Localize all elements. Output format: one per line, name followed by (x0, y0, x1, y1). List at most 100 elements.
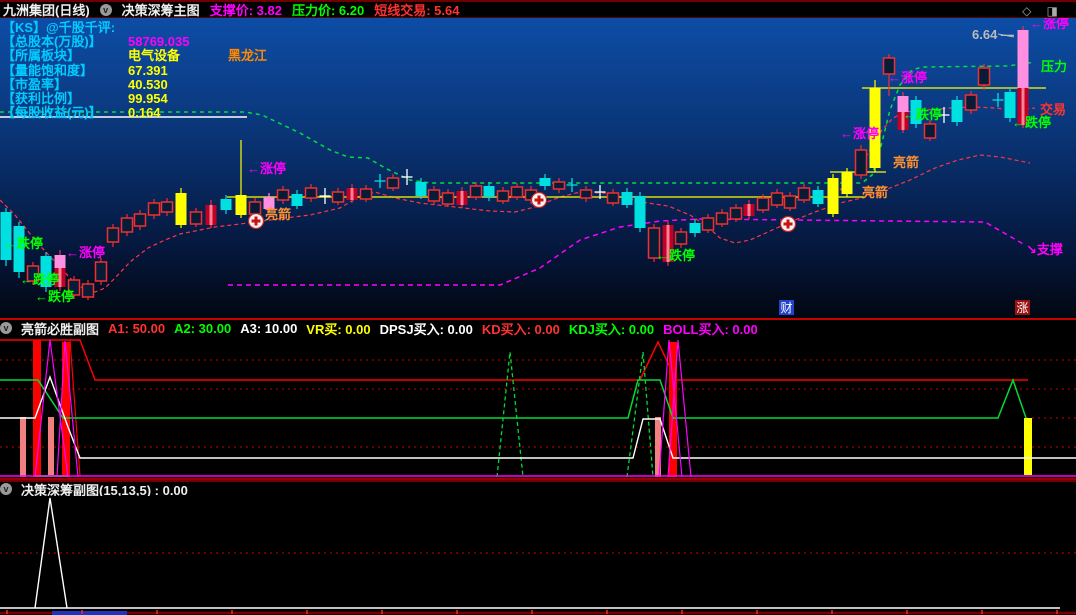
buy-signal-target-icon (247, 212, 265, 230)
info-row: 【市盈率】 40.530 (2, 77, 168, 92)
up-candle (359, 188, 373, 200)
chart-annotation: ←涨停 (888, 70, 927, 85)
candle-highlight (209, 205, 213, 225)
info-value-2: 黑龙江 (228, 48, 268, 64)
gift-badge-text: 涨 (1017, 300, 1029, 315)
up-candle (427, 189, 441, 202)
up-candle (81, 283, 95, 298)
up-candle (964, 94, 978, 111)
chevron-down-icon[interactable]: v (0, 483, 12, 495)
info-row: 【所属板块】 电气设备 黑龙江 (2, 48, 267, 64)
info-label: 【KS】@千股千评: (2, 20, 116, 35)
limit-up-candle (1017, 30, 1029, 88)
info-label: 【总股本(万股)】 (2, 34, 102, 50)
up-candle (94, 261, 108, 282)
title-bar: 九洲集团(日线) v 决策深筹主图 支撑价: 3.82 压力价: 6.20 短线… (0, 0, 1076, 18)
cyan-candle (483, 186, 495, 197)
up-candle (701, 217, 715, 231)
up-candle (304, 187, 318, 199)
up-candle (160, 201, 174, 213)
support-price-value: 支撑价: 3.82 (209, 3, 282, 18)
indicator3-header: v 决策深筹副图(15,13,5) : 0.00 (0, 480, 1076, 498)
cyan-candle (812, 190, 824, 204)
chart-annotation: 6.64 — (972, 27, 1014, 42)
chart-annotation: ←涨停 (840, 126, 879, 141)
cyan-candle (291, 194, 303, 206)
chart-annotation: ←跌停 (1012, 115, 1051, 130)
indicator-header-item: KD买入: 0.00 (481, 321, 560, 337)
up-candle (977, 67, 991, 86)
candle-highlight (350, 188, 354, 200)
yellow-candle (235, 195, 247, 215)
up-candle (770, 192, 784, 206)
chart-annotation: ←跌停 (35, 289, 74, 304)
indicator-header-item: KDJ买入: 0.00 (568, 321, 655, 337)
info-value: 40.530 (128, 76, 168, 92)
yellow-candle (175, 193, 187, 225)
main-indicator-name[interactable]: 决策深筹主图 (122, 0, 200, 19)
up-candle (120, 217, 134, 233)
chart-bar (48, 417, 54, 477)
yellow-candle (827, 178, 839, 214)
chart-bar (52, 611, 127, 615)
up-candle (715, 212, 729, 225)
cyan-candle (220, 199, 232, 210)
info-value: 67.391 (128, 62, 168, 78)
limit-up-candle (54, 255, 66, 268)
indicator-header-item: A1: 50.00 (108, 320, 166, 336)
up-candle (674, 231, 688, 245)
chevron-down-icon[interactable]: v (0, 322, 12, 334)
chart-annotation: 压力 (1041, 59, 1067, 74)
info-label: 【所属板块】 (2, 48, 81, 64)
cyan-candle (621, 192, 633, 205)
chart-bar (1024, 418, 1032, 475)
info-row: 【每股收益(元)】 0.164 (2, 105, 161, 121)
indicator-header-item: A2: 30.00 (174, 320, 232, 336)
chart-annotation: ↘支撑 (1026, 242, 1063, 257)
up-candle (606, 192, 620, 204)
info-panel: 【KS】@千股千评: 【总股本(万股)】 58769.035 【所属板块】 电气设备 黑龙… (2, 20, 267, 121)
info-row: 【获利比例】 99.954 (2, 90, 168, 106)
up-candle (331, 191, 345, 203)
indicator-header-item: DPSJ买入: 0.00 (379, 321, 473, 337)
cyan-candle (634, 196, 646, 228)
indicator2-header: v 亮箭必胜副图 A1: 50.00 A2: 30.00 A3: 10.00 VR买: … (0, 320, 1076, 337)
chart-line (228, 218, 1026, 286)
up-candle (248, 201, 262, 215)
up-candle (510, 186, 524, 198)
info-value: 58769.035 (128, 34, 190, 50)
chart-annotation: ←跌停 (20, 272, 59, 287)
chart-annotation: 亮箭 (893, 155, 919, 170)
chevron-down-icon[interactable]: v (99, 3, 112, 16)
info-row: 【量能饱和度】 67.391 (2, 62, 168, 78)
chart-line (0, 154, 1031, 293)
yellow-candle (841, 172, 853, 194)
info-label: 【量能饱和度】 (2, 62, 94, 78)
up-candle (469, 185, 483, 198)
candle-highlight (460, 191, 464, 205)
up-candle (133, 213, 147, 227)
up-candle (386, 177, 400, 189)
up-candle (147, 202, 161, 216)
indicator3-chart[interactable] (0, 496, 1076, 615)
up-candle (496, 190, 510, 202)
up-candle (923, 123, 937, 139)
chart-annotation: 亮箭 (862, 185, 888, 200)
symbol-title: 九洲集团(日线) (3, 3, 90, 18)
info-value: 99.954 (128, 90, 168, 106)
window-control-icons[interactable]: ◇ ◨ (1022, 4, 1064, 18)
indicator-header-item: A3: 10.00 (240, 320, 298, 336)
indicator-header-item: 亮箭必胜副图 (21, 321, 100, 337)
up-candle (854, 149, 868, 176)
up-candle (552, 181, 566, 190)
resistance-price-value: 压力价: 6.20 (291, 3, 365, 18)
up-candle (441, 192, 455, 205)
indicator2-chart[interactable] (0, 336, 1076, 480)
chart-bar (20, 417, 26, 477)
chart-annotation: ←跌停 (903, 107, 942, 122)
indicator-header-item: VR买: 0.00 (306, 321, 371, 337)
info-label: 【获利比例】 (2, 90, 81, 106)
gift-badge-text: 财 (781, 301, 793, 315)
up-candle (579, 189, 593, 199)
info-label: 【每股收益(元)】 (2, 105, 102, 121)
